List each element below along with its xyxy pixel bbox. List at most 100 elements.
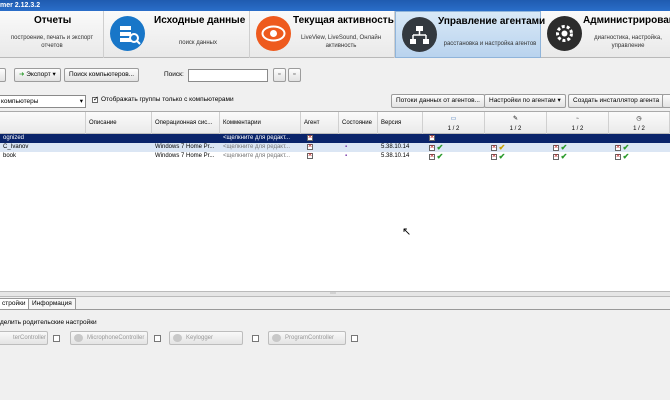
ribbon-tab-title: Администрировани [583, 15, 670, 26]
column-header-name[interactable] [0, 112, 86, 134]
monitor-checkbox[interactable] [429, 134, 435, 142]
check-icon: ✔ [622, 143, 630, 152]
cell-name: ognized [3, 135, 25, 141]
agent-data-streams-label: Потоки данных от агентов... [396, 97, 480, 104]
cell-comment[interactable]: <щелкните для редакт... [220, 152, 301, 161]
column-header-comments[interactable]: Комментарии [220, 112, 301, 134]
agent-checkbox[interactable] [307, 143, 313, 151]
column-header-microphone[interactable]: ✎ 1 / 2 [485, 112, 547, 134]
keylogger-checkbox[interactable] [553, 143, 559, 152]
toolbar: ➜ Экспорт ▾ Поиск компьютеров... Поиск: … [0, 58, 670, 108]
controller-label: Keylogger [186, 335, 214, 341]
column-header-clock[interactable]: ◷ 1 / 2 [609, 112, 670, 134]
keylogger-button[interactable]: Keylogger [169, 331, 243, 345]
monitor-icon: ▭ [450, 116, 457, 122]
export-button[interactable]: ➜ Экспорт ▾ [14, 68, 61, 82]
ribbon-tab-title: Управление агентами [438, 16, 546, 27]
program-controller-button[interactable]: ProgramController [268, 331, 346, 345]
settings-panel: делить родительские настройки terControl… [0, 311, 670, 400]
table-row[interactable]: book Windows 7 Home Pr... <щелкните для … [0, 152, 670, 161]
ribbon-tab-subtitle: построение, печать и экспорт отчетов [10, 35, 94, 49]
agent-settings-label: Настройки по агентам [489, 97, 556, 104]
monitor-checkbox[interactable] [429, 143, 435, 152]
column-count: 1 / 2 [509, 126, 522, 132]
agent-checkbox[interactable] [307, 152, 313, 160]
show-groups-checkbox[interactable]: ✓ [92, 96, 99, 103]
ribbon-tab-current-activity[interactable]: Текущая активность LiveView, LiveSound, … [250, 11, 395, 58]
column-header-description[interactable]: Описание [86, 112, 152, 134]
column-header-monitor[interactable]: ▭ 1 / 2 [423, 112, 485, 134]
table-row[interactable]: ognized <щелкните для редакт... [0, 134, 670, 143]
agent-data-streams-button[interactable]: Потоки данных от агентов... [391, 94, 485, 108]
export-label: Экспорт [26, 71, 51, 78]
ribbon-tab-agent-management[interactable]: Управление агентами расстановка и настро… [395, 11, 545, 58]
ribbon-tab-reports[interactable]: Отчеты построение, печать и экспорт отче… [0, 11, 104, 58]
cell-name: C_Ivanov [3, 144, 29, 150]
cell-agent[interactable] [304, 143, 313, 152]
microphone-icon: ✎ [512, 116, 519, 122]
eye-icon [256, 16, 291, 51]
clock-checkbox[interactable] [615, 152, 621, 161]
controller-label: terController [13, 335, 47, 341]
gear-icon [547, 16, 582, 51]
table-row[interactable]: C_Ivanov Windows 7 Home Pr... <щелкните … [0, 143, 670, 152]
create-installer-button[interactable]: Создать инсталлятор агента [568, 94, 665, 108]
cell-microphone: ✔ [488, 152, 505, 161]
check-icon: ✔ [498, 152, 506, 161]
mouse-cursor-icon: ↖ [402, 226, 412, 238]
column-header-agent[interactable]: Агент [301, 112, 339, 134]
agent-settings-button[interactable]: Настройки по агентам ▾ [484, 94, 566, 108]
toolbar-right-button[interactable] [662, 94, 670, 108]
column-count: 1 / 2 [447, 126, 460, 132]
view-select[interactable]: компьютеры ▾ [0, 95, 86, 108]
microphone-controller-button[interactable]: MicrophoneController [70, 331, 148, 345]
keylogger-checkbox[interactable] [553, 152, 559, 161]
microphone-icon [74, 334, 83, 342]
monitor-checkbox[interactable] [429, 152, 435, 161]
cell-monitor: ✔ [426, 143, 443, 152]
column-count: 1 / 2 [633, 126, 645, 132]
column-header-version[interactable]: Версия [378, 112, 423, 134]
export-icon: ➜ [19, 71, 25, 78]
check-icon: ✔ [560, 152, 568, 161]
clock-checkbox[interactable] [615, 143, 621, 152]
microphone-checkbox[interactable] [491, 143, 497, 152]
search-computers-button[interactable]: Поиск компьютеров... [64, 68, 140, 82]
ribbon-tab-administration[interactable]: Администрировани диагностика, настройка,… [541, 11, 670, 58]
clock-icon: ◷ [636, 116, 642, 122]
cell-agent[interactable] [304, 134, 313, 143]
search-clear-icon[interactable]: ▫ [288, 68, 301, 82]
cell-clock: ✔ [612, 152, 629, 161]
toolbar-left-button[interactable] [0, 68, 6, 82]
window-title: mer 2.12.3.2 [0, 2, 41, 9]
check-icon: ✔ [560, 143, 568, 152]
cell-agent[interactable] [304, 152, 313, 161]
agent-checkbox[interactable] [307, 134, 313, 142]
cell-comment[interactable]: <щелкните для редакт... [220, 143, 301, 152]
search-go-icon[interactable]: ▫ [273, 68, 286, 82]
search-database-icon [110, 16, 145, 51]
screen-controller-checkbox[interactable] [53, 335, 60, 342]
screen-controller-button[interactable]: terController [0, 331, 48, 345]
tab-settings[interactable]: стройки [0, 298, 30, 309]
program-controller-checkbox[interactable] [351, 335, 358, 342]
column-header-os[interactable]: Операционная сис... [152, 112, 220, 134]
cell-keylogger: ✔ [550, 143, 567, 152]
ribbon-tab-source-data[interactable]: Исходные данные поиск данных [104, 11, 250, 58]
panel-splitter[interactable]: ⋯ [0, 291, 670, 297]
ribbon-tab-title: Исходные данные [154, 15, 246, 26]
check-icon: ✔ [622, 152, 630, 161]
search-input[interactable] [188, 69, 268, 82]
cell-clock: ✔ [612, 143, 629, 152]
column-header-state[interactable]: Состояние [339, 112, 378, 134]
tab-information[interactable]: Информация [28, 298, 76, 309]
microphone-checkbox[interactable] [491, 152, 497, 161]
keylogger-checkbox[interactable] [252, 335, 259, 342]
check-icon: ✔ [436, 143, 444, 152]
column-header-keylogger[interactable]: ⌁ 1 / 2 [547, 112, 609, 134]
view-select-value: компьютеры [1, 98, 39, 105]
cell-name: book [3, 153, 17, 159]
cell-comment[interactable]: <щелкните для редакт... [220, 134, 301, 143]
microphone-controller-checkbox[interactable] [154, 335, 161, 342]
controller-label: ProgramController [285, 335, 335, 341]
